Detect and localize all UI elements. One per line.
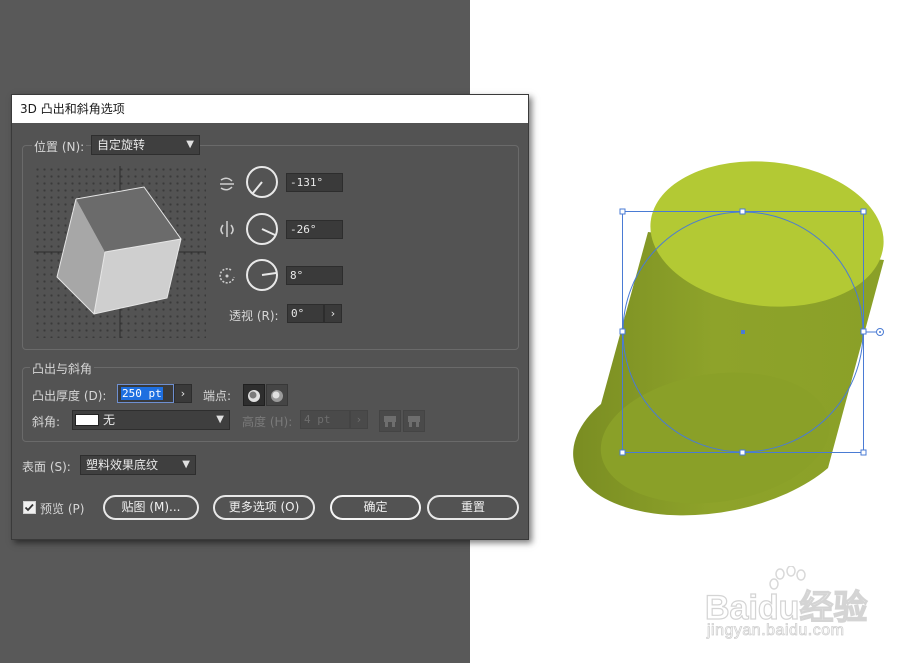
surface-label: 表面 (S): [22,460,71,474]
artboard-artwork [573,161,884,516]
perspective-label: 透视 (R): [229,309,279,323]
artboard-canvas[interactable] [470,0,920,663]
chevron-down-icon: ▼ [182,459,190,470]
rotation-x-input[interactable]: -131° [286,173,343,192]
bevel-height-slider-button[interactable]: › [350,410,368,429]
rotate-z-axis-icon [219,268,235,284]
cap-label: 端点: [203,389,232,403]
position-preset-select[interactable]: 自定旋转 ▼ [91,135,200,155]
bevel-in-icon[interactable] [403,410,425,432]
extrude-depth-slider-button[interactable]: › [174,384,192,403]
cap-off-icon[interactable] [266,384,288,406]
chevron-down-icon: ▼ [186,139,194,150]
perspective-input[interactable]: 0° [287,304,324,323]
position-label: 位置 (N): [32,138,87,155]
cube-preview [34,166,206,338]
extrude-bevel-group-label: 凸出与斜角 [30,360,95,377]
dialog-title[interactable]: 3D 凸出和斜角选项 [12,95,528,123]
bevel-value: 无 [103,413,116,427]
surface-value: 塑料效果底纹 [86,458,159,472]
rotate-x-axis-icon [220,177,234,191]
rotation-z-input[interactable]: 8° [286,266,343,285]
cap-on-icon[interactable] [243,384,265,406]
3d-extrude-bevel-dialog: 3D 凸出和斜角选项 位置 (N): 自定旋转 ▼ -131° -26° 8° … [11,94,529,540]
watermark-url: jingyan.baidu.com [707,622,845,640]
rotation-z-dial[interactable] [245,258,279,292]
ok-button[interactable]: 确定 [330,495,421,520]
rotation-y-input[interactable]: -26° [286,220,343,239]
center-point [741,330,745,334]
preview-label[interactable]: 预览 (P) [40,500,84,517]
rotation-track-cube[interactable] [34,166,206,338]
perspective-slider-button[interactable]: › [324,304,342,323]
extrude-depth-input[interactable]: 250 pt [117,384,174,403]
chevron-down-icon: ▼ [216,414,224,425]
more-options-button[interactable]: 更多选项 (O) [213,495,315,520]
rotate-y-axis-icon [220,221,234,237]
extrude-depth-label: 凸出厚度 (D): [32,389,107,403]
preview-checkbox[interactable] [23,501,36,514]
map-art-button[interactable]: 贴图 (M)... [103,495,199,520]
reset-button[interactable]: 重置 [427,495,519,520]
rotation-y-dial[interactable] [245,212,279,246]
bevel-select[interactable]: 无 ▼ [72,410,230,430]
bevel-height-input[interactable]: 4 pt [300,410,350,429]
bevel-height-label: 高度 (H): [242,415,293,429]
bevel-out-icon[interactable] [379,410,401,432]
bevel-label: 斜角: [32,415,61,429]
position-preset-value: 自定旋转 [97,138,146,152]
extrude-depth-value: 250 pt [121,387,163,400]
surface-select[interactable]: 塑料效果底纹 ▼ [80,455,196,475]
baidu-jingyan-watermark: Baidu经验 jingyan.baidu.com [704,566,875,646]
rotation-x-dial[interactable] [245,165,279,199]
bevel-swatch [75,414,99,426]
